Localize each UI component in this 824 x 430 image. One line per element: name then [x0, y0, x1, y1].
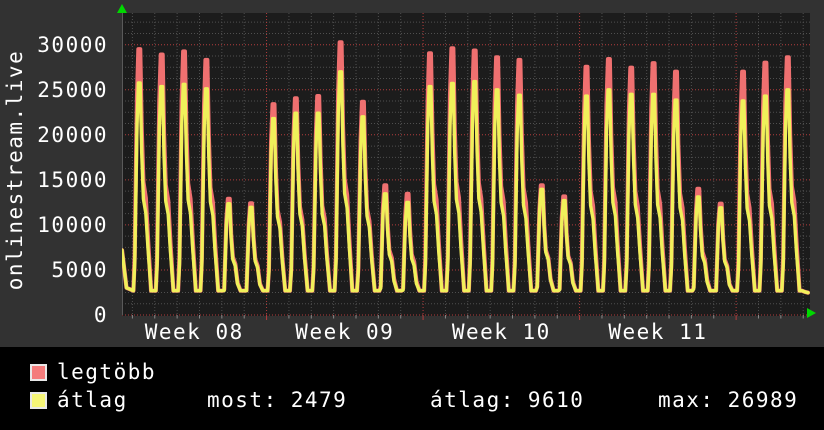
y-tick-label: 30000 — [37, 32, 108, 57]
legend: legtöbb átlag most: 2479 átlag: 9610 max: 2… — [0, 347, 824, 430]
stat-atlag: átlag: 9610 — [430, 389, 584, 411]
stat-atlag-label: átlag: — [430, 388, 515, 412]
stat-max-label: max: — [658, 388, 715, 412]
legend-label-max: legtöbb — [57, 360, 157, 384]
legend-swatch-avg — [30, 392, 47, 409]
x-week-label: Week 11 — [608, 320, 708, 344]
y-tick-label: 0 — [93, 303, 108, 327]
x-axis-arrow-icon — [807, 308, 816, 318]
stat-most: most: 2479 — [207, 389, 347, 411]
x-week-label: Week 08 — [144, 320, 244, 344]
plot-area — [122, 13, 810, 320]
stat-atlag-value: 9610 — [527, 388, 585, 412]
graph-root: onlinestream.live 0 5000 10000 15000 20000 25… — [0, 0, 824, 430]
legend-label-avg: átlag — [57, 388, 128, 412]
y-tick-label: 15000 — [37, 167, 108, 192]
y-tick-label: 5000 — [51, 257, 108, 282]
y-axis-arrow-icon — [117, 4, 127, 13]
stat-most-label: most: — [207, 388, 278, 412]
legend-swatch-max — [30, 364, 47, 381]
x-week-label: Week 10 — [451, 320, 551, 344]
x-week-label: Week 09 — [295, 320, 395, 344]
stat-max: max: 26989 — [658, 389, 798, 411]
y-tick-label: 10000 — [37, 212, 108, 237]
y-tick-label: 20000 — [37, 122, 108, 147]
stat-max-value: 26989 — [727, 388, 799, 412]
stat-most-value: 2479 — [290, 388, 348, 412]
y-tick-label: 25000 — [37, 77, 108, 102]
graph-canvas: onlinestream.live 0 5000 10000 15000 20000 25… — [0, 0, 824, 347]
